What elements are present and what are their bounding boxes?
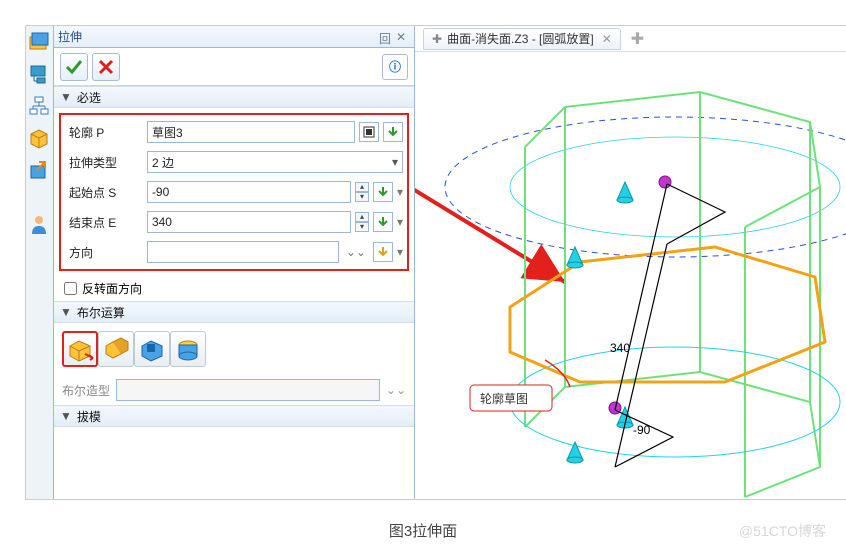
shape-label: 布尔造型	[62, 382, 110, 399]
info-button[interactable]: ⓘ	[382, 54, 408, 80]
row-start: 起始点 S -90 ▴▾ ▾	[63, 177, 405, 207]
pick-icon[interactable]	[359, 122, 379, 142]
dim-length: 340	[610, 341, 630, 355]
export-icon[interactable]	[27, 158, 51, 182]
model-view: 340 -90 轮廓草图	[415, 52, 846, 497]
minus2-icon[interactable]: ▾	[397, 215, 403, 229]
view-area: ✚ 曲面-消失面.Z3 - [圆弧放置] ✕ ✚ ▾	[415, 26, 846, 499]
bool-shape-row: 布尔造型 ⌄⌄	[54, 375, 414, 405]
callout-sketch: 轮廓草图	[480, 391, 528, 406]
apply-end-icon[interactable]	[373, 212, 393, 232]
reverse-label: 反转面方向	[82, 280, 142, 297]
app-window: 拉伸 回 ✕ ⓘ ▼必选 轮廓 P 草图3 拉伸类型 2 边 起始点 S	[25, 25, 846, 500]
watermark: @51CTO博客	[739, 521, 826, 541]
field-direction[interactable]	[147, 241, 339, 263]
spinner-end[interactable]: ▴▾	[355, 212, 369, 232]
view-tabs: ✚ 曲面-消失面.Z3 - [圆弧放置] ✕ ✚ ▾	[415, 26, 846, 52]
bool-add-button[interactable]	[98, 331, 134, 367]
chevrons-icon[interactable]: ⌄⌄	[346, 245, 366, 259]
dir-icon[interactable]	[373, 242, 393, 262]
panel-title-text: 拉伸	[58, 28, 376, 45]
document-tab[interactable]: ✚ 曲面-消失面.Z3 - [圆弧放置] ✕	[423, 28, 621, 50]
dock-icon[interactable]: 回	[379, 30, 393, 44]
feature-icon[interactable]	[27, 30, 51, 54]
panel-toolbar: ⓘ	[54, 48, 414, 86]
tab-label: 曲面-消失面.Z3 - [圆弧放置]	[447, 30, 594, 47]
confirm-button[interactable]	[60, 53, 88, 81]
cancel-button[interactable]	[92, 53, 120, 81]
field-type[interactable]: 2 边	[147, 151, 403, 173]
field-profile[interactable]: 草图3	[147, 121, 355, 143]
row-type: 拉伸类型 2 边	[63, 147, 405, 177]
dim-depth: -90	[633, 423, 651, 437]
label-start: 起始点 S	[65, 184, 143, 201]
minus-icon[interactable]: ▾	[397, 185, 403, 199]
apply-icon[interactable]	[383, 122, 403, 142]
left-toolbar	[26, 26, 54, 499]
box-icon[interactable]	[27, 126, 51, 150]
new-tab-icon[interactable]: ✚	[631, 29, 644, 49]
minus3-icon[interactable]: ▾	[397, 245, 403, 259]
bool-remove-button[interactable]	[134, 331, 170, 367]
section-required[interactable]: ▼必选	[54, 86, 414, 108]
tab-close-icon[interactable]: ✕	[602, 32, 612, 46]
apply-start-icon[interactable]	[373, 182, 393, 202]
flow-icon[interactable]	[27, 94, 51, 118]
shape-field	[116, 379, 380, 401]
row-profile: 轮廓 P 草图3	[63, 117, 405, 147]
bool-intersect-button[interactable]	[170, 331, 206, 367]
section-draft[interactable]: ▼拔模	[54, 405, 414, 427]
property-panel: 拉伸 回 ✕ ⓘ ▼必选 轮廓 P 草图3 拉伸类型 2 边 起始点 S	[54, 26, 415, 499]
panel-titlebar: 拉伸 回 ✕	[54, 26, 414, 48]
label-profile: 轮廓 P	[65, 124, 143, 141]
close-panel-icon[interactable]: ✕	[396, 30, 410, 44]
figure-caption: 图3拉伸面	[0, 520, 846, 541]
viewport[interactable]: 340 -90 轮廓草图	[415, 52, 846, 499]
user-icon[interactable]	[27, 212, 51, 236]
reverse-checkbox[interactable]	[64, 282, 77, 295]
label-end: 结束点 E	[65, 214, 143, 231]
section-boolean[interactable]: ▼布尔运算	[54, 301, 414, 323]
label-type: 拉伸类型	[65, 154, 143, 171]
tree-icon[interactable]	[27, 62, 51, 86]
spinner-start[interactable]: ▴▾	[355, 182, 369, 202]
label-direction: 方向	[65, 244, 143, 261]
row-direction: 方向 ⌄⌄ ▾	[63, 237, 405, 267]
bool-base-button[interactable]	[62, 331, 98, 367]
field-end[interactable]: 340	[147, 211, 351, 233]
boolean-buttons	[54, 323, 414, 375]
reverse-checkbox-row: 反转面方向	[54, 276, 414, 301]
field-start[interactable]: -90	[147, 181, 351, 203]
row-end: 结束点 E 340 ▴▾ ▾	[63, 207, 405, 237]
required-group: 轮廓 P 草图3 拉伸类型 2 边 起始点 S -90 ▴▾ ▾ 结束点 E 3…	[59, 113, 409, 271]
